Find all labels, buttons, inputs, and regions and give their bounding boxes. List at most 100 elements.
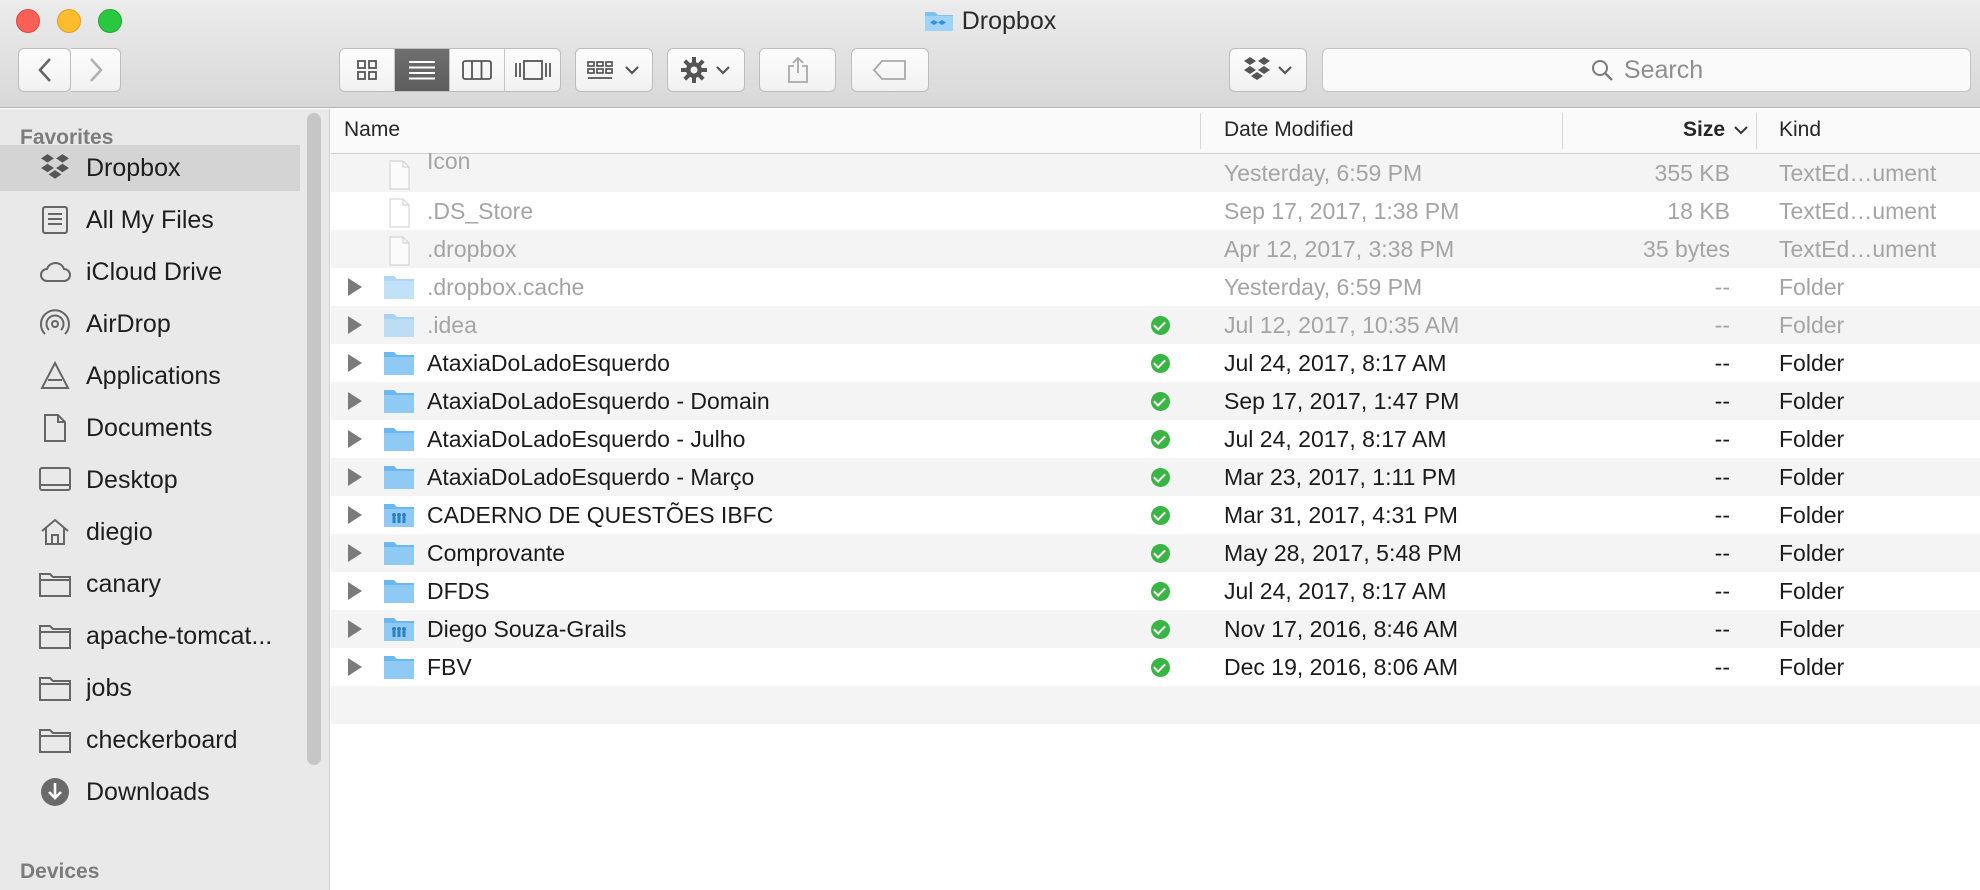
disclosure-triangle-icon[interactable] [348, 392, 362, 410]
sidebar-item-checkerboard[interactable]: checkerboard [0, 717, 300, 763]
file-date-modified: Yesterday, 6:59 PM [1224, 160, 1423, 186]
column-divider[interactable] [1562, 113, 1563, 149]
sidebar-scrollbar[interactable] [307, 113, 321, 765]
list-view-button[interactable] [395, 49, 450, 91]
devices-heading: Devices [20, 860, 100, 883]
cover-flow-view-button[interactable] [505, 49, 560, 91]
sync-status-icon [1151, 544, 1170, 563]
file-row[interactable]: Diego Souza-Grails Nov 17, 2016, 8:46 AM -… [331, 610, 1980, 648]
column-view-button[interactable] [450, 49, 505, 91]
forward-button[interactable] [71, 48, 121, 92]
file-kind: Folder [1779, 350, 1845, 376]
file-name: .DS_Store [427, 198, 534, 224]
file-kind: TextEd…ument [1779, 160, 1937, 186]
sidebar-item-all-my-files[interactable]: All My Files [0, 197, 300, 243]
file-kind: Folder [1779, 616, 1845, 642]
sidebar-item-icloud-drive[interactable]: iCloud Drive [0, 249, 300, 295]
column-divider[interactable] [1200, 113, 1201, 149]
file-kind: TextEd…ument [1779, 236, 1937, 262]
arrange-button[interactable] [575, 48, 653, 92]
edit-tags-button[interactable] [851, 48, 929, 92]
back-button[interactable] [18, 48, 71, 92]
disclosure-triangle-icon[interactable] [348, 658, 362, 676]
documents-icon [36, 411, 74, 445]
sidebar-item-documents[interactable]: Documents [0, 405, 300, 451]
dropbox-folder-icon [924, 12, 953, 31]
file-row[interactable]: AtaxiaDoLadoEsquerdo Jul 24, 2017, 8:17 A… [331, 344, 1980, 382]
sync-status-icon [1151, 658, 1170, 677]
sidebar-item-label: Dropbox [86, 153, 181, 182]
document-icon [383, 160, 415, 190]
folder-icon [36, 619, 74, 653]
disclosure-triangle-icon[interactable] [348, 582, 362, 600]
column-header-kind[interactable]: Kind [1779, 109, 1821, 154]
file-size: -- [1714, 312, 1730, 338]
file-date-modified: Jul 24, 2017, 8:17 AM [1224, 350, 1447, 376]
file-row[interactable]: CADERNO DE QUESTÕES IBFC Mar 31, 2017, 4:… [331, 496, 1980, 534]
sidebar-item-applications[interactable]: Applications [0, 353, 300, 399]
disclosure-triangle-icon[interactable] [348, 468, 362, 486]
disclosure-triangle-icon[interactable] [348, 506, 362, 524]
file-size: 18 KB [1667, 198, 1730, 224]
file-rows: Icon Yesterday, 6:59 PM 355 KB TextEd…ument… [331, 148, 1980, 724]
file-name: .idea [427, 312, 477, 338]
file-date-modified: Dec 19, 2016, 8:06 AM [1224, 654, 1458, 680]
shared-folder-icon [383, 502, 415, 528]
search-field[interactable]: Search [1322, 48, 1971, 92]
column-header-name[interactable]: Name [344, 109, 400, 154]
folder-icon [383, 274, 415, 300]
sidebar-item-airdrop[interactable]: AirDrop [0, 301, 300, 347]
share-button[interactable] [759, 48, 836, 92]
file-size: 355 KB [1654, 160, 1730, 186]
sidebar-item-canary[interactable]: canary [0, 561, 300, 607]
column-header-size-label: Size [1683, 118, 1726, 141]
disclosure-triangle-icon[interactable] [348, 278, 362, 296]
action-menu-button[interactable] [667, 48, 745, 92]
sidebar-item-apache-tomcat[interactable]: apache-tomcat... [0, 613, 300, 659]
disclosure-triangle-icon[interactable] [348, 430, 362, 448]
file-row[interactable]: AtaxiaDoLadoEsquerdo - Domain Sep 17, 201… [331, 382, 1980, 420]
file-kind: Folder [1779, 578, 1845, 604]
sync-status-icon [1151, 316, 1170, 335]
sidebar-item-desktop[interactable]: Desktop [0, 457, 300, 503]
file-row[interactable]: AtaxiaDoLadoEsquerdo - Março Mar 23, 2017… [331, 458, 1980, 496]
file-kind: Folder [1779, 312, 1845, 338]
file-size: -- [1714, 654, 1730, 680]
file-name: AtaxiaDoLadoEsquerdo - Março [427, 464, 755, 490]
file-size: -- [1714, 578, 1730, 604]
file-size: -- [1714, 616, 1730, 642]
sidebar-item-jobs[interactable]: jobs [0, 665, 300, 711]
disclosure-triangle-icon[interactable] [348, 316, 362, 334]
dropbox-icon [36, 151, 74, 185]
disclosure-triangle-icon[interactable] [348, 354, 362, 372]
sidebar-item-downloads[interactable]: Downloads [0, 769, 300, 815]
column-header-row: Name Date Modified Size Kind [331, 109, 1980, 154]
file-row[interactable]: FBV Dec 19, 2016, 8:06 AM -- Folder [331, 648, 1980, 686]
folder-icon [383, 312, 415, 338]
file-name: DFDS [427, 578, 490, 604]
file-row[interactable]: .idea Jul 12, 2017, 10:35 AM -- Folder [331, 306, 1980, 344]
file-row[interactable]: AtaxiaDoLadoEsquerdo - Julho Jul 24, 2017… [331, 420, 1980, 458]
file-row[interactable]: Comprovante May 28, 2017, 5:48 PM -- Folder [331, 534, 1980, 572]
file-size: -- [1714, 426, 1730, 452]
file-row[interactable]: DFDS Jul 24, 2017, 8:17 AM -- Folder [331, 572, 1980, 610]
sidebar-item-diegio[interactable]: diegio [0, 509, 300, 555]
icon-view-button[interactable] [340, 49, 395, 91]
sidebar-item-dropbox[interactable]: Dropbox [0, 145, 300, 191]
folder-icon [36, 567, 74, 601]
column-header-size[interactable]: Size [1683, 109, 1749, 154]
column-divider[interactable] [1756, 113, 1757, 149]
disclosure-triangle-icon[interactable] [348, 544, 362, 562]
sidebar-item-label: diegio [86, 517, 153, 546]
file-size: -- [1714, 274, 1730, 300]
folder-icon [36, 723, 74, 757]
file-row[interactable]: .dropbox Apr 12, 2017, 3:38 PM 35 bytes Tex… [331, 230, 1980, 268]
disclosure-triangle-icon[interactable] [348, 620, 362, 638]
file-row[interactable]: Icon Yesterday, 6:59 PM 355 KB TextEd…ument [331, 148, 1980, 192]
sidebar-item-label: Desktop [86, 465, 178, 494]
column-header-date[interactable]: Date Modified [1224, 109, 1354, 154]
file-name: Icon [427, 148, 471, 174]
dropbox-menu-button[interactable] [1229, 48, 1307, 92]
file-row[interactable]: .dropbox.cache Yesterday, 6:59 PM -- Folder [331, 268, 1980, 306]
file-row[interactable]: .DS_Store Sep 17, 2017, 1:38 PM 18 KB TextE… [331, 192, 1980, 230]
